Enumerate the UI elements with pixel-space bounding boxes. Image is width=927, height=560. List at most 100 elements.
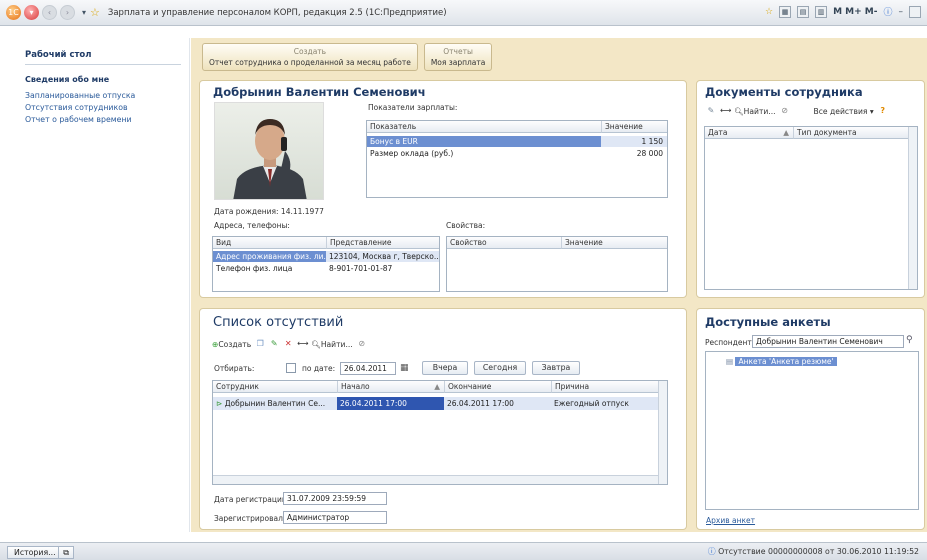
minimize-icon[interactable]: –	[899, 7, 904, 17]
addr-col-value[interactable]: Представление	[326, 237, 439, 249]
window-list-button[interactable]: ⧉	[58, 546, 74, 559]
birth-value-text: 14.11.1977	[280, 207, 324, 216]
forms-archive-link[interactable]: Архив анкет	[706, 516, 755, 525]
cancel-search-icon[interactable]: ⊘	[357, 339, 367, 349]
star-icon[interactable]: ☆	[765, 7, 773, 17]
filter-label: Отбирать:	[214, 364, 255, 373]
app-menu-icon[interactable]: 1С	[6, 5, 21, 20]
history-button[interactable]: История...	[7, 546, 63, 559]
sidebar-section-title[interactable]: Сведения обо мне	[17, 73, 189, 90]
status-message[interactable]: ⓘ Отсутствие 00000000008 от 30.06.2010 1…	[708, 546, 919, 557]
abs-employee-cell: ⊳ Добрынин Валентин Се...	[216, 399, 326, 408]
history-dropdown-icon[interactable]: ▾	[82, 8, 86, 17]
date-field[interactable]: 26.04.2011	[340, 362, 396, 375]
docs-col-date[interactable]: Дата ▲	[705, 127, 793, 139]
abs-scrollbar[interactable]	[658, 381, 667, 484]
employee-name: Добрынин Валентин Семенович	[213, 85, 426, 99]
link-icon[interactable]: ⟷	[720, 106, 731, 116]
addr-col-kind[interactable]: Вид	[213, 237, 326, 249]
delete-icon[interactable]: ✕	[283, 339, 293, 349]
abs-reason-cell: Ежегодный отпуск	[554, 399, 629, 408]
table-icon[interactable]: ▥	[815, 5, 828, 18]
cancel-search-icon[interactable]: ⊘	[780, 106, 790, 116]
info-icon[interactable]: ⓘ	[883, 5, 892, 18]
docs-col-type[interactable]: Тип документа	[793, 127, 909, 139]
salary-name-cell: Бонус в EUR	[367, 136, 601, 147]
yesterday-button[interactable]: Вчера	[422, 361, 468, 375]
all-actions-button[interactable]: Все действия ▾	[814, 107, 874, 116]
birth-date-label: Дата рождения: 14.11.1977	[214, 207, 324, 216]
forward-icon[interactable]: ›	[60, 5, 75, 20]
all-actions-label: Все действия	[813, 106, 868, 116]
docs-scrollbar[interactable]	[908, 127, 917, 289]
window-title: Зарплата и управление персоналом КОРП, р…	[107, 7, 447, 18]
sort-icon: ▲	[783, 128, 789, 137]
find-button[interactable]: 🔍︎Найти...	[311, 340, 353, 349]
copy-icon[interactable]: ❐	[255, 339, 265, 349]
help-icon[interactable]: ?	[878, 106, 888, 116]
sidebar-link-planned-vacations[interactable]: Запланированные отпуска	[17, 90, 189, 102]
addresses-table[interactable]: Вид Представление Адрес проживания физ. …	[212, 236, 440, 292]
today-button[interactable]: Сегодня	[474, 361, 526, 375]
calculator-icon[interactable]: ▤	[797, 5, 810, 18]
title-bar: 1С ▾ ‹ › ▾ ☆ Зарплата и управление персо…	[0, 0, 927, 26]
create-button[interactable]: ⊕Создать	[212, 340, 251, 349]
table-row[interactable]: Телефон физ. лица 8-901-701-01-87	[213, 263, 439, 274]
tomorrow-button[interactable]: Завтра	[532, 361, 580, 375]
find-label: Найти...	[320, 339, 353, 349]
back-icon[interactable]: ‹	[42, 5, 57, 20]
salary-value-cell: 1 150	[601, 136, 667, 147]
sidebar-desktop[interactable]: Рабочий стол	[17, 38, 189, 64]
documents-table[interactable]: Дата ▲ Тип документа	[704, 126, 918, 290]
list-item[interactable]: ▤ Анкета 'Анкета резюме'	[726, 356, 837, 367]
absences-table[interactable]: Сотрудник Начало ▲ Окончание Причина ⊳ Д…	[212, 380, 668, 485]
abs-col-employee[interactable]: Сотрудник	[213, 381, 337, 393]
abs-col-end[interactable]: Окончание	[444, 381, 551, 393]
edit-icon[interactable]: ✎	[269, 339, 279, 349]
calendar-icon[interactable]: ▦	[779, 5, 792, 18]
abs-col-reason[interactable]: Причина	[551, 381, 660, 393]
props-col-value[interactable]: Значение	[561, 237, 667, 249]
sidebar-link-work-time-report[interactable]: Отчет о рабочем времени	[17, 114, 189, 126]
salary-col-indicator[interactable]: Показатель	[367, 121, 601, 133]
reg-date-field[interactable]: 31.07.2009 23:59:59	[283, 492, 387, 505]
search-icon[interactable]: ⚲	[906, 335, 913, 345]
by-date-checkbox[interactable]	[286, 363, 296, 373]
info-icon: ⓘ	[707, 547, 716, 556]
reg-by-label: Зарегистрировал:	[214, 514, 286, 523]
sidebar: Рабочий стол Сведения обо мне Запланиров…	[17, 38, 190, 532]
sidebar-link-absences[interactable]: Отсутствия сотрудников	[17, 102, 189, 114]
props-col-property[interactable]: Свойство	[447, 237, 561, 249]
find-label: Найти...	[743, 106, 776, 116]
calendar-icon[interactable]: ▦	[400, 363, 409, 373]
my-salary-button[interactable]: Отчеты Моя зарплата	[423, 43, 493, 71]
table-row[interactable]: ⊳ Добрынин Валентин Се... 26.04.2011 17:…	[213, 397, 667, 410]
sidebar-divider	[25, 64, 181, 65]
edit-icon[interactable]: ✎	[706, 106, 716, 116]
salary-caption: Показатели зарплаты:	[368, 103, 458, 112]
table-row[interactable]: Бонус в EUR 1 150	[367, 136, 667, 147]
addr-value-cell: 123104, Москва г, Тверско...	[326, 251, 439, 262]
properties-table[interactable]: Свойство Значение	[446, 236, 668, 292]
status-bar: История... ⧉ ⓘ Отсутствие 00000000008 от…	[0, 542, 927, 560]
salary-table[interactable]: Показатель Значение Бонус в EUR 1 150 Ра…	[366, 120, 668, 198]
find-button[interactable]: 🔍︎Найти...	[734, 107, 776, 116]
reg-by-field[interactable]: Администратор	[283, 511, 387, 524]
forms-list[interactable]: ▤ Анкета 'Анкета резюме'	[705, 351, 919, 510]
respondent-label: Респондент:	[705, 338, 755, 347]
memory-buttons[interactable]: M M+ M-	[833, 7, 877, 17]
salary-col-value[interactable]: Значение	[601, 121, 667, 133]
abs-end-cell: 26.04.2011 17:00	[447, 399, 514, 408]
abs-employee-text: Добрынин Валентин Се...	[224, 399, 326, 408]
abs-start-cell: 26.04.2011 17:00	[337, 397, 444, 410]
create-report-button[interactable]: Создать Отчет сотрудника о проделанной з…	[202, 43, 418, 71]
maximize-icon[interactable]	[909, 5, 921, 18]
abs-col-start[interactable]: Начало ▲	[337, 381, 444, 393]
table-row[interactable]: Адрес проживания физ. ли... 123104, Моск…	[213, 251, 439, 262]
abs-hscrollbar[interactable]	[213, 475, 658, 484]
respondent-field[interactable]: Добрынин Валентин Семенович	[752, 335, 904, 348]
table-row[interactable]: Размер оклада (руб.) 28 000	[367, 148, 667, 159]
main-menu-icon[interactable]: ▾	[24, 5, 39, 20]
link-icon[interactable]: ⟷	[297, 339, 308, 349]
favorites-star-icon[interactable]: ☆	[90, 6, 100, 19]
